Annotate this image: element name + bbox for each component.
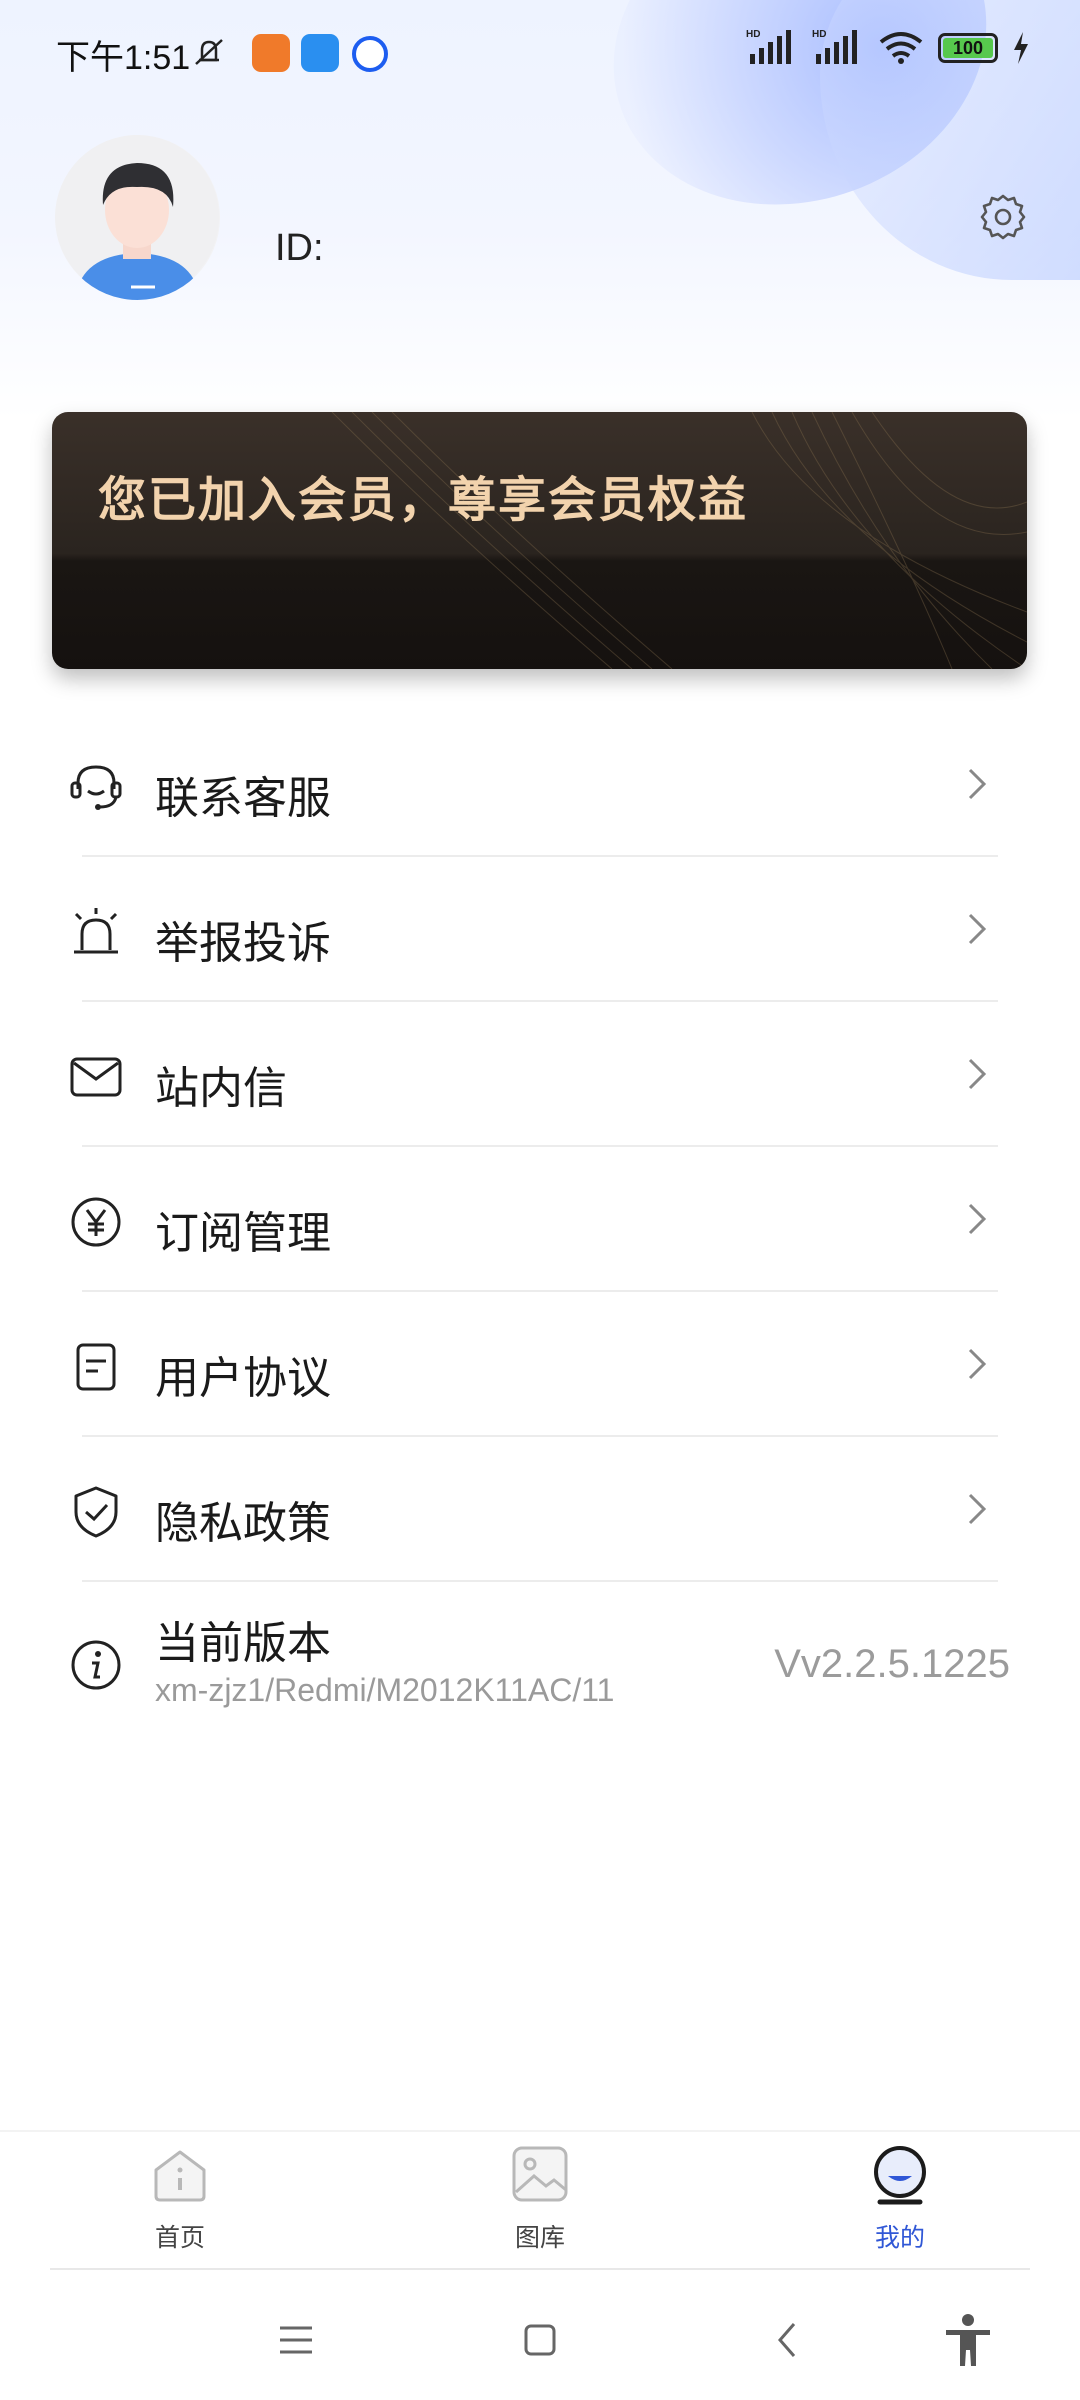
document-icon [76,1343,116,1391]
menu-item-label: 联系客服 [155,773,331,824]
app-notification-icon [301,34,339,72]
battery-level: 100 [943,38,993,58]
status-time: 下午1:51 [56,39,191,77]
svg-text:HD: HD [812,29,826,40]
menu-item-label: 站内信 [155,1063,287,1114]
menu-item-label: 订阅管理 [155,1208,331,1259]
home-icon [154,2150,206,2202]
tab-home[interactable]: 首页 [80,2142,280,2262]
svg-text:HD: HD [746,29,760,40]
alarm-icon [74,908,118,954]
avatar[interactable] [55,135,220,300]
version-title: 当前版本 [155,1618,331,1669]
signal-icon: HD [812,29,857,64]
bottom-navigation: 首页 图库 我的 [0,2130,1080,2272]
menu-item-label: 用户协议 [155,1353,331,1404]
version-device-info: xm-zjz1/Redmi/M2012K11AC/11 [155,1672,615,1708]
info-icon [71,1640,121,1690]
menu-item-subscription[interactable]: 订阅管理 [0,1147,1080,1292]
menu-list: 联系客服 举报投诉 站内信 订阅管理 用户协议 隐私政策 当前版本 xm-zjz… [0,712,1080,1757]
menu-item-privacy-policy[interactable]: 隐私政策 [0,1437,1080,1582]
chevron-right-icon [968,1493,987,1525]
tab-label: 我的 [874,2223,925,2252]
menu-item-version: 当前版本 xm-zjz1/Redmi/M2012K11AC/11 Vv2.2.5… [0,1582,1080,1757]
menu-item-inbox[interactable]: 站内信 [0,1002,1080,1147]
battery-icon: 100 [938,33,998,63]
chevron-right-icon [968,768,987,800]
chevron-right-icon [968,1348,987,1380]
avatar-image [55,135,219,300]
mail-icon [70,1057,122,1097]
yen-icon [71,1197,121,1247]
tab-label: 图库 [514,2223,565,2252]
chevron-right-icon [968,1058,987,1090]
headset-icon [70,765,122,810]
menu-item-label: 举报投诉 [155,918,331,969]
menu-icon[interactable] [266,2310,326,2370]
menu-item-user-agreement[interactable]: 用户协议 [0,1292,1080,1437]
member-card[interactable]: 您已加入会员，尊享会员权益 [52,412,1027,669]
menu-item-label: 隐私政策 [155,1498,331,1549]
settings-gear-icon[interactable] [978,192,1028,242]
home-button-icon[interactable] [510,2310,570,2370]
status-bar: 下午1:51 HD HD 100 [0,0,1080,100]
tab-mine[interactable]: 我的 [800,2142,1000,2262]
app-notification-icon [352,36,388,72]
chevron-right-icon [968,913,987,945]
chevron-right-icon [968,1203,987,1235]
status-right: HD HD 100 [746,28,1030,68]
charging-icon [1014,32,1028,64]
back-icon[interactable] [758,2310,818,2370]
menu-item-report[interactable]: 举报投诉 [0,857,1080,1002]
gallery-icon [512,2146,568,2202]
tab-gallery[interactable]: 图库 [440,2142,640,2262]
menu-item-contact-service[interactable]: 联系客服 [0,712,1080,857]
accessibility-icon[interactable] [938,2310,998,2370]
version-number: Vv2.2.5.1225 [774,1642,1010,1686]
signal-icon: HD [746,29,791,64]
app-notification-icon [252,34,290,72]
tab-label: 首页 [154,2223,205,2252]
shield-check-icon [74,1486,118,1538]
mute-icon [195,39,223,65]
card-wave-decoration [331,412,1027,669]
profile-icon [874,2146,926,2205]
system-navigation-bar [0,2270,1080,2400]
member-card-text: 您已加入会员，尊享会员权益 [98,472,749,528]
wifi-icon [879,32,923,64]
user-id-label: ID: [275,227,324,269]
